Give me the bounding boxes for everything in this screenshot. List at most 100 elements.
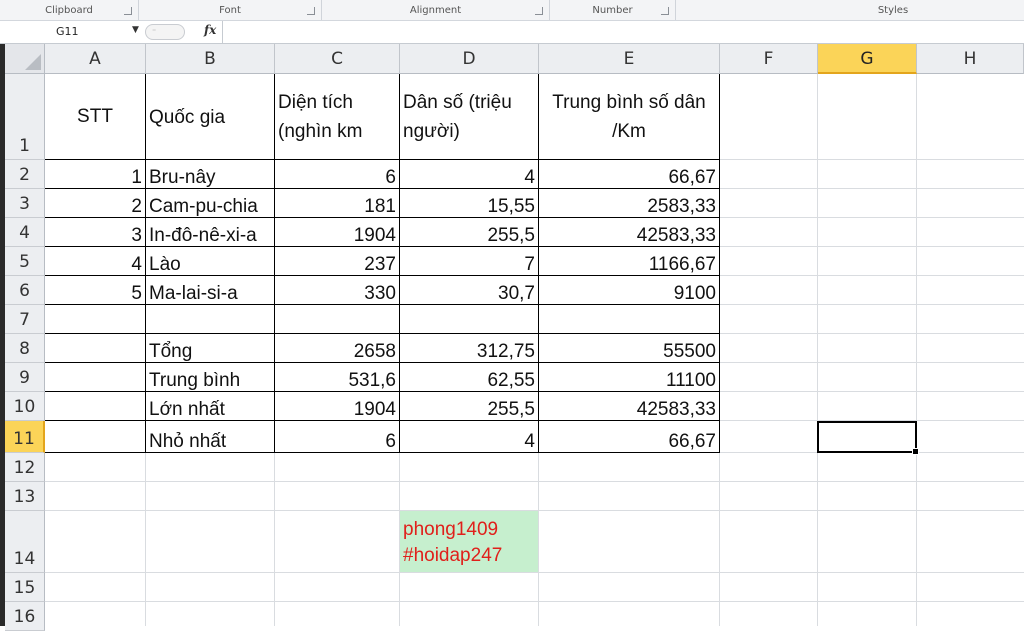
row-header-11[interactable]: 11: [5, 421, 45, 453]
cell-density[interactable]: 42583,33: [539, 392, 719, 421]
row-header-12[interactable]: 12: [5, 453, 45, 482]
ribbon-group-clipboard[interactable]: Clipboard: [0, 0, 139, 20]
cell-area[interactable]: 330: [275, 276, 399, 305]
cell-population[interactable]: 62,55: [400, 363, 538, 392]
column-header-b[interactable]: B: [146, 44, 275, 74]
cell-density[interactable]: 66,67: [539, 421, 719, 453]
row-header-6[interactable]: 6: [5, 276, 45, 305]
column-header-g[interactable]: G: [818, 44, 917, 74]
cell-area[interactable]: 181: [275, 189, 399, 218]
row-header-13[interactable]: 13: [5, 482, 45, 511]
cell-density[interactable]: 42583,33: [539, 218, 719, 247]
cell-area[interactable]: 6: [275, 421, 399, 453]
cell-stt[interactable]: 1: [45, 160, 145, 189]
insert-function-icon[interactable]: fx: [204, 23, 216, 37]
watermark-line-2: #hoidap247: [403, 545, 503, 566]
cell-area[interactable]: 1904: [275, 392, 399, 421]
dialog-launcher-icon[interactable]: [535, 7, 543, 15]
row-header-14[interactable]: 14: [5, 511, 45, 573]
cell-area[interactable]: 237: [275, 247, 399, 276]
ribbon-group-bar: Clipboard Font Alignment Number Styles: [0, 0, 1024, 21]
ribbon-group-number[interactable]: Number: [550, 0, 676, 20]
ribbon-group-font[interactable]: Font: [139, 0, 322, 20]
cell-country[interactable]: Cam-pu-chia: [146, 189, 274, 218]
header-density: Trung bình số dân /Km: [552, 92, 706, 142]
cell-density[interactable]: 2583,33: [539, 189, 719, 218]
cell-summary-label[interactable]: Tổng: [146, 334, 274, 363]
cell-population[interactable]: 255,5: [400, 392, 538, 421]
cell-stt[interactable]: 3: [45, 218, 145, 247]
cell-area[interactable]: 2658: [275, 334, 399, 363]
header-population: Dân số (triệu người): [403, 92, 512, 142]
cell-density[interactable]: 11100: [539, 363, 719, 392]
column-header-h[interactable]: H: [917, 44, 1024, 74]
ribbon-group-label: Alignment: [409, 5, 462, 16]
cell-population[interactable]: 312,75: [400, 334, 538, 363]
cell-country[interactable]: Bru-nây: [146, 160, 274, 189]
column-header-a[interactable]: A: [45, 44, 146, 74]
cell-density[interactable]: 1166,67: [539, 247, 719, 276]
formula-input[interactable]: [222, 21, 1024, 43]
ribbon-group-alignment[interactable]: Alignment: [322, 0, 550, 20]
row-header-15[interactable]: 15: [5, 573, 45, 602]
cell-area[interactable]: 1904: [275, 218, 399, 247]
active-cell-g11[interactable]: [817, 421, 919, 455]
cell-population[interactable]: 4: [400, 421, 538, 453]
cell-stt[interactable]: 5: [45, 276, 145, 305]
dialog-launcher-icon[interactable]: [307, 7, 315, 15]
row-header-3[interactable]: 3: [5, 189, 45, 218]
cell-b1[interactable]: Quốc gia: [146, 74, 274, 160]
row-header-8[interactable]: 8: [5, 334, 45, 363]
cell-a1[interactable]: STT: [45, 74, 145, 160]
name-box[interactable]: G11: [6, 23, 142, 40]
cell-area[interactable]: 531,6: [275, 363, 399, 392]
cell-summary-label[interactable]: Trung bình: [146, 363, 274, 392]
chevron-down-icon[interactable]: ▼: [132, 25, 139, 35]
row-header-7[interactable]: 7: [5, 305, 45, 334]
header-stt: STT: [77, 105, 113, 127]
dialog-launcher-icon[interactable]: [661, 7, 669, 15]
formula-bar-resize-handle[interactable]: ⁼: [145, 24, 185, 40]
cell-country[interactable]: Lào: [146, 247, 274, 276]
cell-stt[interactable]: 4: [45, 247, 145, 276]
column-header-e[interactable]: E: [539, 44, 720, 74]
ribbon-group-label: Font: [219, 5, 241, 16]
dialog-launcher-icon[interactable]: [124, 7, 132, 15]
column-header-d[interactable]: D: [400, 44, 539, 74]
row-header-9[interactable]: 9: [5, 363, 45, 392]
row-header-5[interactable]: 5: [5, 247, 45, 276]
column-header-c[interactable]: C: [275, 44, 400, 74]
cell-population[interactable]: 4: [400, 160, 538, 189]
cell-density[interactable]: 66,67: [539, 160, 719, 189]
formula-bar: G11 ▼ ⁼ fx: [0, 21, 1024, 44]
cell-population[interactable]: 15,55: [400, 189, 538, 218]
select-all-button[interactable]: [5, 44, 45, 74]
ribbon-group-label: Styles: [877, 5, 909, 16]
cell-summary-label[interactable]: Nhỏ nhất: [146, 421, 274, 453]
cell-country[interactable]: In-đô-nê-xi-a: [146, 218, 274, 247]
watermark-note-cell[interactable]: phong1409 #hoidap247: [400, 511, 538, 572]
cell-density[interactable]: 55500: [539, 334, 719, 363]
ribbon-group-styles[interactable]: Styles: [676, 0, 1024, 20]
cell-c1[interactable]: Diện tích (nghìn km: [275, 74, 399, 160]
row-header-2[interactable]: 2: [5, 160, 45, 189]
cell-population[interactable]: 7: [400, 247, 538, 276]
cell-population[interactable]: 30,7: [400, 276, 538, 305]
row-header-4[interactable]: 4: [5, 218, 45, 247]
row-header-16[interactable]: 16: [5, 602, 45, 631]
cell-population[interactable]: 255,5: [400, 218, 538, 247]
column-header-f[interactable]: F: [720, 44, 818, 74]
cell-country[interactable]: Ma-lai-si-a: [146, 276, 274, 305]
cell-density[interactable]: 9100: [539, 276, 719, 305]
row-header-1[interactable]: 1: [5, 74, 45, 160]
row-header-10[interactable]: 10: [5, 392, 45, 421]
cell-stt[interactable]: 2: [45, 189, 145, 218]
ribbon-group-label: Number: [592, 5, 633, 16]
cell-summary-label[interactable]: Lớn nhất: [146, 392, 274, 421]
header-area: Diện tích (nghìn km: [278, 92, 363, 142]
cell-e1[interactable]: Trung bình số dân /Km: [539, 74, 719, 160]
ribbon-group-label: Clipboard: [45, 5, 93, 16]
header-country: Quốc gia: [149, 106, 226, 128]
cell-d1[interactable]: Dân số (triệu người): [400, 74, 538, 160]
cell-area[interactable]: 6: [275, 160, 399, 189]
